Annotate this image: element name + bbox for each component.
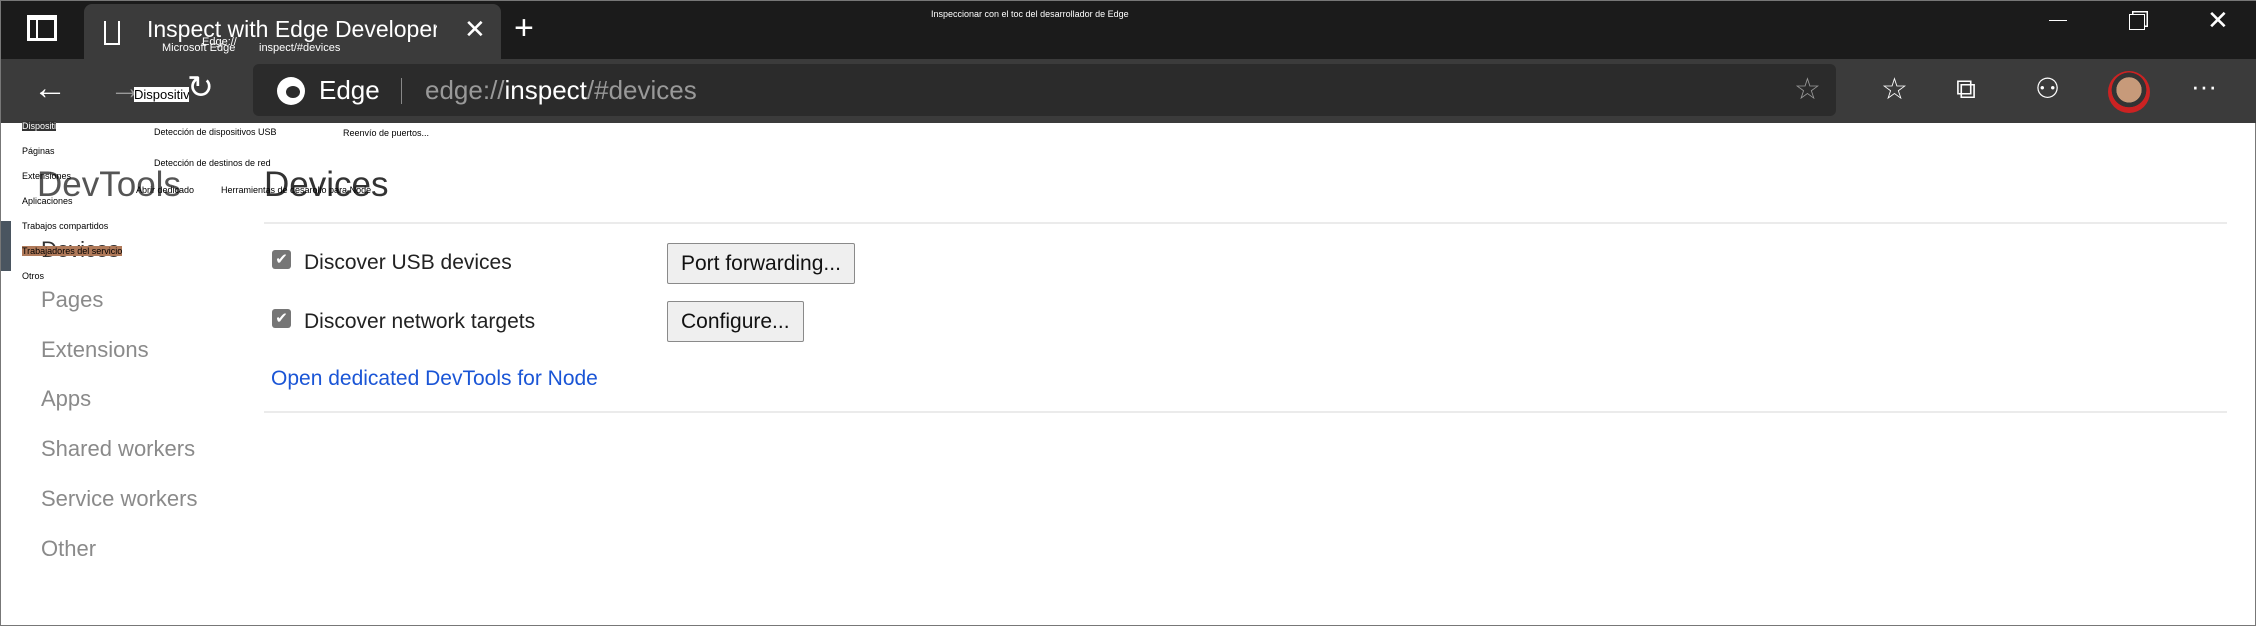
overlay-label: Trabajadores del servicio xyxy=(22,246,123,256)
tab-actions-icon[interactable] xyxy=(27,15,57,41)
sidebar-item-apps[interactable]: Apps xyxy=(41,386,91,412)
node-devtools-link[interactable]: Open dedicated DevTools for Node xyxy=(271,367,598,391)
site-identity: Edge xyxy=(319,75,380,105)
overlay-label: Edge:// xyxy=(202,36,237,48)
discover-network-label: Discover network targets xyxy=(304,310,536,333)
discover-usb-label: Discover USB devices xyxy=(304,251,512,274)
avatar[interactable] xyxy=(2108,71,2150,113)
sidebar-item-service-workers[interactable]: Service workers xyxy=(41,486,197,512)
tab-active[interactable]: Inspect with Edge Developer Tools ✕ Micr… xyxy=(84,4,501,59)
back-icon[interactable]: ← xyxy=(33,71,67,105)
divider xyxy=(401,78,402,104)
sidebar-selected-indicator xyxy=(1,221,11,271)
tab-title: Inspect with Edge Developer Tools xyxy=(147,16,437,42)
add-favorite-icon[interactable]: ☆ xyxy=(1794,72,1821,107)
port-forwarding-button[interactable]: Port forwarding... xyxy=(667,243,855,284)
url-scheme: edge:// xyxy=(425,75,505,105)
overlay-label: Detección de dispositivos USB xyxy=(154,127,277,137)
url-host: inspect xyxy=(504,75,587,105)
new-tab-icon[interactable]: + xyxy=(514,11,534,45)
favorites-icon[interactable]: ☆ xyxy=(1881,75,1908,105)
page-icon xyxy=(104,21,120,45)
feedback-icon[interactable]: ⚇ xyxy=(2035,75,2060,103)
refresh-icon[interactable]: ↻ xyxy=(187,71,214,103)
sidebar-item-extensions[interactable]: Extensions xyxy=(41,337,149,363)
window-caption: Inspeccionar con el toc del desarrollado… xyxy=(931,9,1129,19)
close-window-icon[interactable]: ✕ xyxy=(2207,7,2229,33)
sidebar-item-pages[interactable]: Pages xyxy=(41,287,103,313)
overlay-label: Trabajos compartidos xyxy=(22,221,109,231)
sidebar-item-shared-workers[interactable]: Shared workers xyxy=(41,436,195,462)
collections-icon[interactable]: ⧉ xyxy=(1956,75,1976,103)
overlay-label: Extensiones xyxy=(22,171,72,181)
divider xyxy=(264,411,2227,413)
close-tab-icon[interactable]: ✕ xyxy=(464,14,486,45)
overlay-label: Otros xyxy=(22,271,45,281)
edge-logo-icon xyxy=(277,77,305,105)
overlay-label: Aplicaciones xyxy=(22,196,73,206)
discover-usb-checkbox[interactable]: ✔ xyxy=(272,250,291,269)
configure-button[interactable]: Configure... xyxy=(667,301,804,342)
divider xyxy=(264,222,2227,224)
url-path: /#devices xyxy=(586,75,697,105)
url-text[interactable]: edge://inspect/#devices xyxy=(425,75,697,106)
overlay-label: inspect/#devices xyxy=(259,42,341,54)
overlay-label: Detección de destinos de red xyxy=(154,158,271,168)
restore-icon[interactable] xyxy=(2129,14,2145,30)
sidebar-item-other[interactable]: Other xyxy=(41,536,96,562)
overlay-label: Dispositi xyxy=(22,121,57,131)
overlay-label: Herramientas de desarollo para Node xyxy=(221,185,372,195)
minimize-icon[interactable] xyxy=(2049,20,2067,21)
overlay-label: Páginas xyxy=(22,146,55,156)
address-bar[interactable]: Edge edge://inspect/#devices ☆ xyxy=(253,64,1836,116)
more-icon[interactable]: ··· xyxy=(2191,73,2217,99)
forward-tooltip: Dispositivos xyxy=(134,87,189,102)
overlay-label: Reenvío de puertos... xyxy=(343,128,430,138)
overlay-label: Abrir dedicado xyxy=(136,185,195,195)
discover-network-checkbox[interactable]: ✔ xyxy=(272,309,291,328)
